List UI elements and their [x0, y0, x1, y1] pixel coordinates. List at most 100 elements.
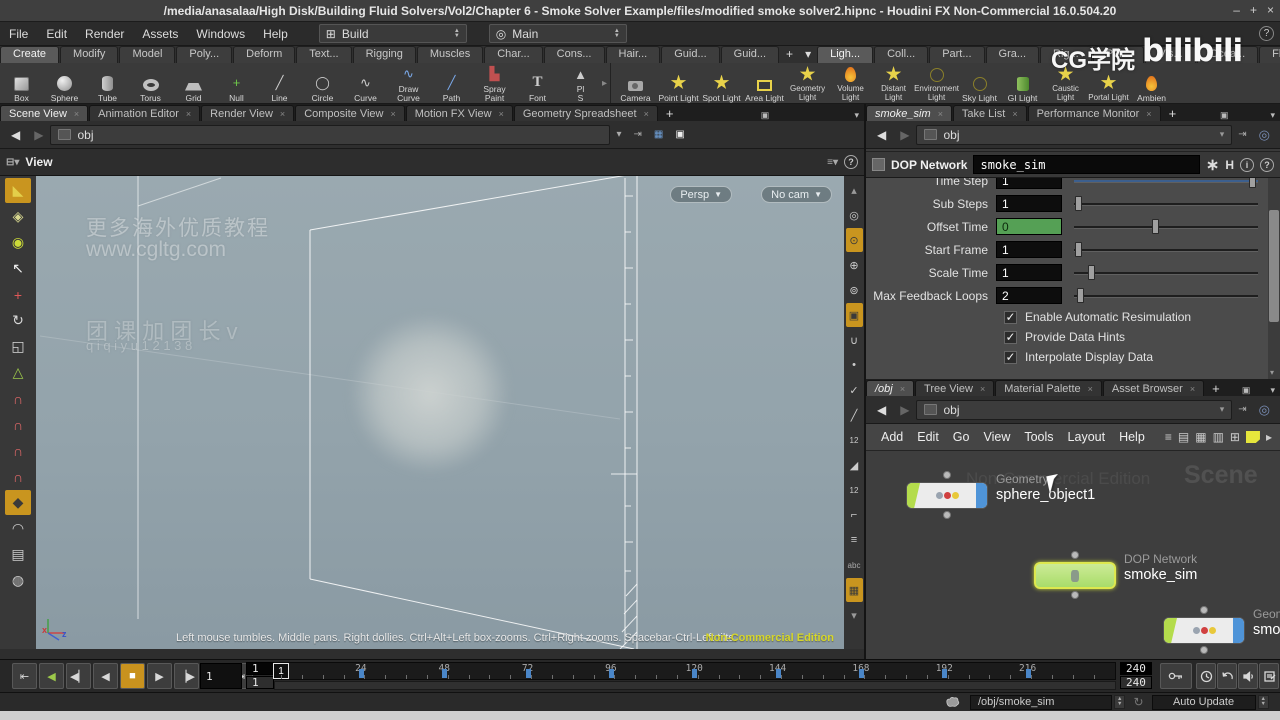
parameter-slider[interactable]	[1074, 178, 1258, 189]
prev-keyframe-button[interactable]: ◀	[39, 663, 64, 689]
close-icon[interactable]: ×	[186, 109, 191, 119]
pane-menu-icon[interactable]: ▾	[1265, 385, 1280, 396]
radial-menu-icon[interactable]: ◎	[1253, 127, 1276, 143]
pane-maximize-icon[interactable]: ▣	[1237, 385, 1256, 396]
node-output-connector[interactable]	[1071, 591, 1079, 599]
slider-handle[interactable]	[1249, 178, 1257, 188]
chevron-down-icon[interactable]: ▾	[610, 129, 627, 140]
pane-menu-icon[interactable]: ▾	[849, 110, 864, 121]
frame-view-icon[interactable]: ⊕	[846, 253, 863, 277]
normals-display-icon[interactable]: ╱	[846, 403, 863, 427]
node-body[interactable]	[1163, 617, 1245, 644]
timeline-ruler[interactable]: 1 24487296120144168192216	[273, 662, 1116, 680]
points-display-icon[interactable]: •	[846, 353, 863, 377]
step-forward-button[interactable]: ▕▶	[174, 663, 199, 689]
close-icon[interactable]: ×	[980, 384, 985, 394]
update-mode-selector[interactable]: Auto Update	[1151, 694, 1256, 710]
left-tab-scene-view[interactable]: Scene View ×	[0, 105, 89, 121]
shelf-tool-volume-light[interactable]: Volume Light	[829, 63, 872, 104]
shelf-tab-part[interactable]: Part...	[929, 46, 985, 63]
scroll-up-icon[interactable]: ▴	[846, 178, 863, 202]
close-icon[interactable]: ×	[1190, 384, 1195, 394]
desktop-selector[interactable]: ⊞ Build ▲ ▼	[318, 24, 467, 43]
reset-button[interactable]	[1217, 663, 1237, 689]
radial-menu-icon[interactable]: ◎	[1253, 402, 1276, 418]
path-field[interactable]: obj ▾	[916, 124, 1233, 145]
shelf-tab-gra[interactable]: Gra...	[985, 46, 1040, 63]
forward-icon[interactable]: ▶	[27, 128, 50, 142]
close-icon[interactable]: ×	[1146, 109, 1151, 119]
snap-grid-tool[interactable]: ∩	[5, 386, 31, 411]
view-tool[interactable]: ◆	[5, 490, 31, 515]
close-icon[interactable]: ×	[938, 109, 943, 119]
select-tool[interactable]: ↖	[5, 256, 31, 281]
menu-edit[interactable]: Edit	[37, 22, 76, 45]
stop-button[interactable]: ■	[120, 663, 145, 689]
right-tab-performance-monitor[interactable]: Performance Monitor ×	[1027, 105, 1161, 121]
parameter-value-field[interactable]: 2	[996, 287, 1062, 304]
spinner-icon[interactable]: ▲ ▼	[1257, 695, 1269, 709]
pane-menu-icon[interactable]: ⊟▾	[0, 157, 25, 168]
net-tab-tree-view[interactable]: Tree View ×	[915, 380, 995, 396]
spinner-icon[interactable]: ▲ ▼	[1114, 695, 1126, 709]
close-icon[interactable]: ×	[499, 109, 504, 119]
shelf-tool-area-light[interactable]: Area Light	[743, 63, 786, 104]
node-output-connector[interactable]	[1200, 646, 1208, 654]
pane-maximize-icon[interactable]: ▣	[1215, 110, 1234, 121]
snapshot-icon[interactable]: ▣	[845, 303, 863, 327]
node-flag-left[interactable]	[1164, 618, 1177, 643]
shelf-tool-spray-paint[interactable]: ▙ Spray Paint	[473, 63, 516, 104]
shelf-tool-environment-light[interactable]: Environment Light	[914, 63, 959, 104]
perspective-selector[interactable]: Persp ▼	[670, 186, 732, 203]
parameter-slider[interactable]	[1074, 241, 1258, 258]
path-field[interactable]: obj	[50, 124, 611, 145]
shelf-tool-pl-s[interactable]: ▲ Pl S	[559, 63, 602, 104]
node-flag-right[interactable]	[1233, 618, 1244, 643]
net-display-icon-0[interactable]: ≡	[1165, 430, 1172, 444]
parameter-slider[interactable]	[1074, 287, 1258, 304]
view-help-icon[interactable]: ?	[844, 155, 858, 169]
main-selector[interactable]: ◎ Main ▲ ▼	[488, 24, 627, 43]
net-display-icon-3[interactable]: ▥	[1213, 430, 1224, 444]
node-body[interactable]	[906, 482, 988, 509]
shelf-tool-draw-curve[interactable]: ∿ Draw Curve	[387, 63, 430, 104]
forward-icon[interactable]: ▶	[893, 128, 916, 142]
current-node-path[interactable]: /obj/smoke_sim	[970, 694, 1112, 710]
parameter-slider[interactable]	[1074, 195, 1258, 212]
scroll-down-icon[interactable]: ▾	[1270, 368, 1274, 377]
chevron-down-icon[interactable]: ▾	[1220, 129, 1225, 140]
slider-handle[interactable]	[1087, 265, 1095, 280]
shelf-tab-model[interactable]: Model	[119, 46, 176, 63]
info-icon[interactable]: i	[1240, 157, 1254, 172]
forward-icon[interactable]: ▶	[893, 403, 916, 417]
scale-tool[interactable]: ◱	[5, 334, 31, 359]
pin-icon[interactable]: ⇥	[1232, 404, 1252, 415]
menu-windows[interactable]: Windows	[187, 22, 254, 45]
corner-display-icon[interactable]: ⌐	[846, 503, 863, 527]
back-icon[interactable]: ◀	[4, 128, 27, 142]
new-tab-icon[interactable]: +	[659, 106, 681, 121]
auto-key-button[interactable]	[1160, 663, 1192, 689]
range-end-field[interactable]: 240	[1120, 662, 1152, 675]
maximize-pane-icon[interactable]: ▣	[669, 129, 690, 140]
menu-render[interactable]: Render	[76, 22, 133, 45]
back-icon[interactable]: ◀	[870, 128, 893, 142]
translate-tool[interactable]: +	[5, 282, 31, 307]
view-options-icon[interactable]: ◎	[846, 203, 863, 227]
shelf-tool-point-light[interactable]: Point Light	[657, 63, 700, 104]
range-start-field-2[interactable]: 1	[246, 676, 274, 689]
scroll-down-icon[interactable]: ▾	[846, 603, 863, 627]
left-tab-animation-editor[interactable]: Animation Editor ×	[89, 105, 201, 121]
close-icon[interactable]: ×	[280, 109, 285, 119]
node-input-connector[interactable]	[1071, 551, 1079, 559]
pane-maximize-icon[interactable]: ▣	[756, 110, 775, 121]
slider-handle[interactable]	[1151, 219, 1159, 234]
shelf-tool-gi-light[interactable]: GI Light	[1001, 63, 1044, 104]
shelf-tool-camera[interactable]: Camera	[614, 63, 657, 104]
add-shelf-icon[interactable]: +	[780, 46, 799, 63]
menu-file[interactable]: File	[0, 22, 37, 45]
filter-icon[interactable]: ▦	[648, 129, 669, 140]
parameter-value-field[interactable]: 1	[996, 178, 1062, 189]
net-menu-edit[interactable]: Edit	[910, 430, 946, 444]
pin-icon[interactable]: ⇥	[1232, 129, 1252, 140]
